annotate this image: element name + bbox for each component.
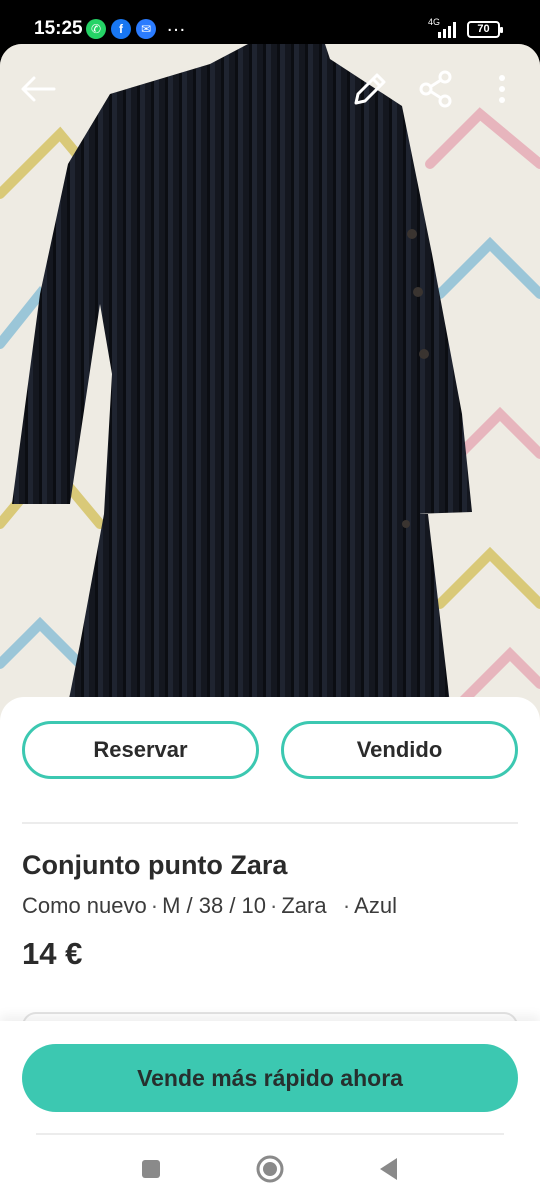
sold-button[interactable]: Vendido [281, 721, 518, 779]
item-price: 14 € [22, 936, 83, 971]
home-button[interactable] [250, 1149, 290, 1189]
home-circle-icon [256, 1155, 284, 1183]
divider [22, 822, 518, 824]
item-condition: Como nuevo [22, 893, 147, 918]
share-icon [419, 70, 452, 108]
messenger-icon: ✉ [136, 19, 156, 39]
more-notifications-icon: … [166, 14, 187, 36]
kebab-menu-icon [499, 75, 505, 103]
product-photo[interactable] [0, 44, 540, 744]
triangle-back-icon [380, 1158, 397, 1180]
battery-level: 70 [477, 23, 490, 35]
more-options-button[interactable] [482, 69, 522, 109]
item-title: Conjunto punto Zara [22, 850, 288, 880]
item-color: Azul [354, 893, 397, 918]
status-time: 15:25 [34, 18, 83, 39]
details-sheet: Reservar Vendido Conjunto punto Zara Com… [0, 697, 540, 1200]
share-button[interactable] [416, 69, 456, 109]
recents-button[interactable] [131, 1149, 171, 1189]
bottom-panel: Vende más rápido ahora [0, 1021, 540, 1200]
arrow-left-icon [21, 76, 56, 102]
item-size: M / 38 / 10 [162, 893, 267, 918]
facebook-icon: f [111, 19, 131, 39]
sell-faster-button[interactable]: Vende más rápido ahora [22, 1044, 518, 1112]
battery-icon: 70 [467, 21, 503, 38]
back-nav-button[interactable] [369, 1149, 409, 1189]
reserve-button[interactable]: Reservar [22, 721, 259, 779]
square-icon [142, 1160, 160, 1178]
item-brand: Zara [281, 893, 327, 918]
product-image [0, 44, 540, 744]
back-button[interactable] [18, 69, 58, 109]
pencil-icon [354, 73, 386, 105]
item-attributes: Como nuevo · M / 38 / 10 · Zara · Azul [22, 893, 397, 918]
nav-divider [36, 1133, 504, 1135]
screen: 15:25 ✆ f ✉ … 4G 70 Reservar Vendido Con… [0, 0, 540, 1200]
signal-icon [438, 22, 456, 38]
edit-button[interactable] [350, 69, 390, 109]
whatsapp-icon: ✆ [86, 19, 106, 39]
